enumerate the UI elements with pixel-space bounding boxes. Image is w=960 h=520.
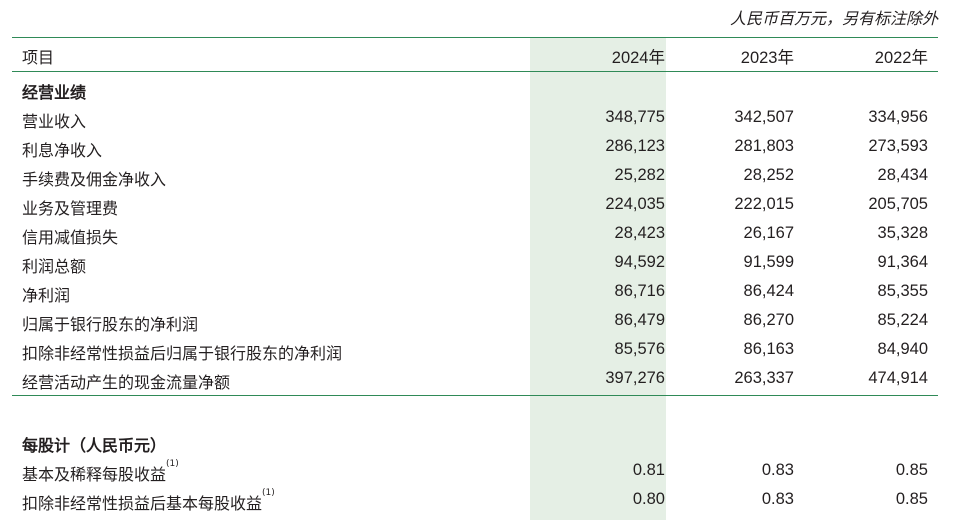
- cell-2023: 28,252: [743, 166, 794, 184]
- row-label: 业务及管理费: [22, 199, 119, 218]
- table-header-row: 项目 2024年 2023年 2022年: [12, 40, 938, 69]
- row-label: 手续费及佣金净收入: [22, 170, 167, 189]
- cell-2022: 85,224: [877, 311, 928, 329]
- cell-2023: 263,337: [734, 369, 794, 387]
- table-row: 基本及稀释每股收益(1) 0.81 0.83 0.85: [12, 457, 938, 486]
- section-title-row: 经营业绩: [12, 75, 938, 104]
- cell-2022: 273,593: [868, 137, 928, 155]
- cell-2022: 334,956: [868, 108, 928, 126]
- cell-2023: 281,803: [734, 137, 794, 155]
- row-label: 利息净收入: [22, 141, 103, 160]
- section-title-row: 每股计（人民币元）: [12, 428, 938, 457]
- row-label: 归属于银行股东的净利润: [22, 315, 199, 334]
- footnote-marker: (1): [262, 488, 275, 498]
- header-rule: [12, 71, 938, 72]
- cell-2024: 397,276: [605, 369, 665, 387]
- row-label-text: 基本及稀释每股收益: [22, 465, 167, 484]
- table-row: 扣除非经常性损益后归属于银行股东的净利润 85,576 86,163 84,94…: [12, 336, 938, 365]
- cell-2024: 86,716: [614, 282, 665, 300]
- cell-2024: 85,576: [614, 340, 665, 358]
- column-header-2023: 2023年: [740, 49, 794, 67]
- row-label: 营业收入: [22, 112, 87, 131]
- column-header-2024: 2024年: [611, 49, 665, 67]
- row-label: 净利润: [22, 286, 71, 305]
- row-label: 经营活动产生的现金流量净额: [22, 373, 231, 392]
- cell-2023: 26,167: [743, 224, 794, 242]
- table-row: 归属于银行股东的净利润 86,479 86,270 85,224: [12, 307, 938, 336]
- cell-2022: 35,328: [877, 224, 928, 242]
- cell-2024: 348,775: [605, 108, 665, 126]
- row-label: 基本及稀释每股收益(1): [22, 459, 179, 485]
- unit-note: 人民币百万元，另有标注除外: [729, 9, 938, 28]
- row-label: 扣除非经常性损益后归属于银行股东的净利润: [22, 344, 343, 363]
- table-row: 利息净收入 286,123 281,803 273,593: [12, 133, 938, 162]
- section-title: 每股计（人民币元）: [22, 436, 167, 455]
- row-label: 扣除非经常性损益后基本每股收益(1): [22, 488, 275, 514]
- table-row: 利润总额 94,592 91,599 91,364: [12, 249, 938, 278]
- cell-2024: 94,592: [614, 253, 665, 271]
- table-row: 营业收入 348,775 342,507 334,956: [12, 104, 938, 133]
- cell-2022: 85,355: [877, 282, 928, 300]
- cell-2022: 0.85: [895, 461, 928, 479]
- footnote-marker: (1): [166, 459, 179, 469]
- table-row: 业务及管理费 224,035 222,015 205,705: [12, 191, 938, 220]
- cell-2022: 84,940: [877, 340, 928, 358]
- cell-2023: 342,507: [734, 108, 794, 126]
- table-row: 手续费及佣金净收入 25,282 28,252 28,434: [12, 162, 938, 191]
- cell-2023: 0.83: [761, 490, 794, 508]
- cell-2022: 474,914: [868, 369, 928, 387]
- cell-2022: 28,434: [877, 166, 928, 184]
- cell-2024: 86,479: [614, 311, 665, 329]
- table-row: 经营活动产生的现金流量净额 397,276 263,337 474,914: [12, 365, 938, 394]
- table-row: 净利润 86,716 86,424 85,355: [12, 278, 938, 307]
- cell-2022: 0.85: [895, 490, 928, 508]
- row-label-text: 扣除非经常性损益后基本每股收益: [22, 494, 263, 513]
- cell-2023: 0.83: [761, 461, 794, 479]
- cell-2024: 25,282: [614, 166, 665, 184]
- section-title: 经营业绩: [22, 83, 87, 102]
- cell-2022: 91,364: [877, 253, 928, 271]
- cell-2023: 86,163: [743, 340, 794, 358]
- cell-2023: 86,270: [743, 311, 794, 329]
- cell-2024: 224,035: [605, 195, 665, 213]
- cell-2022: 205,705: [868, 195, 928, 213]
- row-label: 利润总额: [22, 257, 87, 276]
- table-top-rule: [12, 37, 938, 38]
- cell-2024: 0.81: [632, 461, 665, 479]
- column-header-2022: 2022年: [874, 49, 928, 67]
- cell-2023: 222,015: [734, 195, 794, 213]
- cell-2024: 28,423: [614, 224, 665, 242]
- cell-2024: 286,123: [605, 137, 665, 155]
- row-label: 信用减值损失: [22, 228, 119, 247]
- table-row: 扣除非经常性损益后基本每股收益(1) 0.80 0.83 0.85: [12, 486, 938, 515]
- table-row: 信用减值损失 28,423 26,167 35,328: [12, 220, 938, 249]
- cell-2023: 86,424: [743, 282, 794, 300]
- column-header-item: 项目: [22, 48, 55, 67]
- cell-2024: 0.80: [632, 490, 665, 508]
- cell-2023: 91,599: [743, 253, 794, 271]
- section-divider-rule: [12, 395, 938, 396]
